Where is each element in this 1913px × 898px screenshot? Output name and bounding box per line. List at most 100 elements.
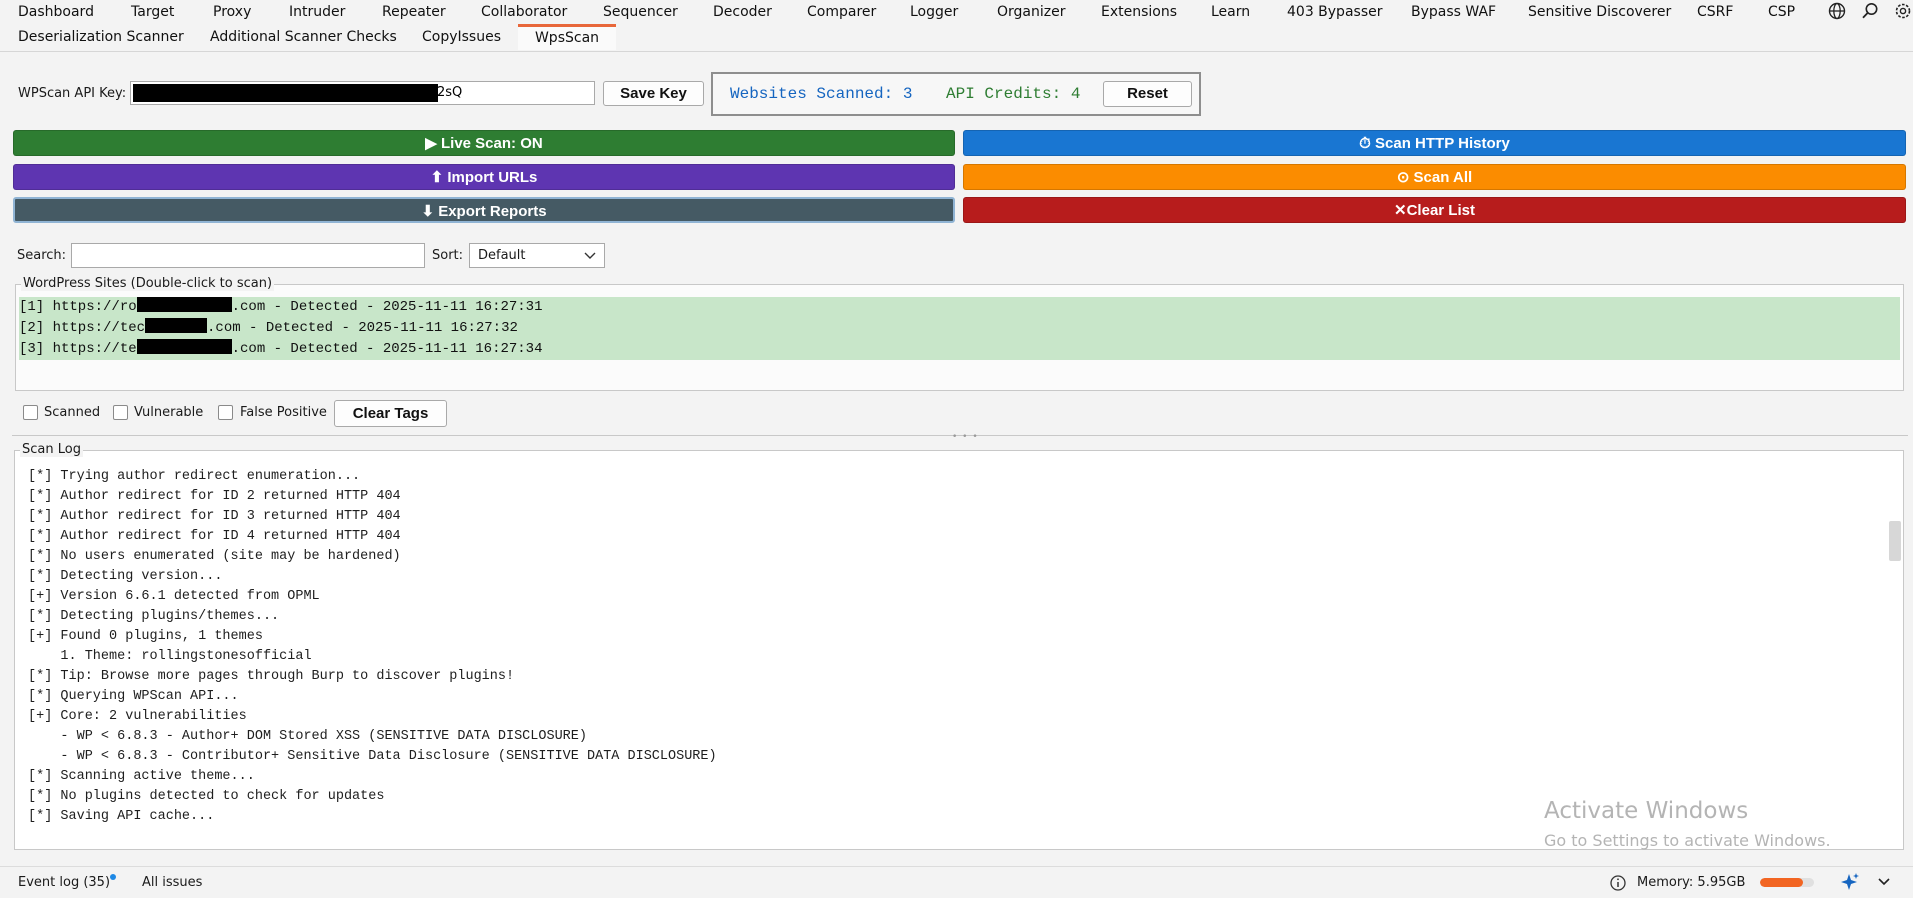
sort-label: Sort: <box>432 248 464 263</box>
log-line: [*] Scanning active theme... <box>28 769 255 784</box>
globe-icon[interactable] <box>1827 1 1847 21</box>
scan-log-title: Scan Log <box>20 442 83 457</box>
tab-comparer[interactable]: Comparer <box>807 0 876 24</box>
search-icon[interactable] <box>1860 1 1880 21</box>
memory-usage-label: Memory: 5.95GB <box>1637 875 1746 890</box>
tab-target[interactable]: Target <box>131 0 174 24</box>
log-line: [*] Author redirect for ID 4 returned HT… <box>28 529 401 544</box>
clear-tags-button[interactable]: Clear Tags <box>334 400 447 427</box>
tab-collaborator[interactable]: Collaborator <box>481 0 567 24</box>
all-issues-link[interactable]: All issues <box>142 875 202 890</box>
extension-tab-bar: Deserialization Scanner Additional Scann… <box>0 24 1913 52</box>
redaction-mask <box>145 318 208 333</box>
tab-deserialization-scanner[interactable]: Deserialization Scanner <box>18 24 184 50</box>
clear-list-button[interactable]: ✕Clear List <box>963 197 1906 223</box>
notification-dot-icon <box>110 874 116 880</box>
import-urls-button[interactable]: ⬆ Import URLs <box>13 164 955 190</box>
tab-csp[interactable]: CSP <box>1768 0 1795 24</box>
log-line: [*] Detecting version... <box>28 569 223 584</box>
vulnerable-checkbox[interactable] <box>113 405 128 420</box>
vulnerable-checkbox-label: Vulnerable <box>134 405 204 420</box>
event-log-link[interactable]: Event log (35) <box>18 875 110 890</box>
log-line: [*] Author redirect for ID 3 returned HT… <box>28 509 401 524</box>
site-detection-info: .com - Detected - 2025-11-11 16:27:34 <box>231 341 543 357</box>
chevron-down-icon[interactable] <box>1876 874 1892 894</box>
tab-dashboard[interactable]: Dashboard <box>18 0 94 24</box>
tab-decoder[interactable]: Decoder <box>713 0 772 24</box>
site-url-prefix: [2] https://tec <box>19 320 146 336</box>
ai-sparkle-icon[interactable] <box>1840 872 1860 896</box>
tab-403-bypasser[interactable]: 403 Bypasser <box>1287 0 1382 24</box>
scan-log-output: [*] Trying author redirect enumeration..… <box>28 467 717 827</box>
tab-wpsscan[interactable]: WpsScan <box>518 24 616 50</box>
api-key-field[interactable]: 2sQ <box>130 81 595 105</box>
log-line: - WP < 6.8.3 - Contributor+ Sensitive Da… <box>28 749 717 764</box>
memory-usage-fill <box>1760 878 1804 887</box>
scan-http-history-button[interactable]: ⏱ Scan HTTP History <box>963 130 1906 156</box>
site-url-prefix: [3] https://te <box>19 341 137 357</box>
false-positive-checkbox[interactable] <box>218 405 233 420</box>
status-bar: Event log (35) All issues Memory: 5.95GB <box>0 866 1913 898</box>
log-line: [*] Author redirect for ID 2 returned HT… <box>28 489 401 504</box>
log-line: [*] No users enumerated (site may be har… <box>28 549 401 564</box>
site-detection-info: .com - Detected - 2025-11-11 16:27:32 <box>207 320 518 336</box>
tab-logger[interactable]: Logger <box>910 0 958 24</box>
redaction-mask <box>133 84 438 102</box>
log-line: [*] Tip: Browse more pages through Burp … <box>28 669 515 684</box>
scanned-checkbox[interactable] <box>23 405 38 420</box>
tab-sensitive-discoverer[interactable]: Sensitive Discoverer <box>1528 0 1671 24</box>
redaction-mask <box>136 297 232 312</box>
wordpress-sites-panel: WordPress Sites (Double-click to scan) [… <box>15 276 1904 391</box>
gear-icon[interactable] <box>1893 1 1913 21</box>
scrollbar-thumb[interactable] <box>1889 521 1901 561</box>
site-list-item[interactable]: [1] https://ro .com - Detected - 2025-11-… <box>19 297 1900 318</box>
save-key-button[interactable]: Save Key <box>603 81 704 106</box>
websites-scanned-counter: Websites Scanned: 3 <box>730 85 913 103</box>
log-line: 1. Theme: rollingstonesofficial <box>28 649 312 664</box>
site-url-prefix: [1] https://ro <box>19 299 137 315</box>
site-detection-info: .com - Detected - 2025-11-11 16:27:31 <box>231 299 543 315</box>
sort-select[interactable]: Default <box>469 243 605 268</box>
stats-panel: Websites Scanned: 3 API Credits: 4 Reset <box>711 72 1201 116</box>
log-line: [+] Core: 2 vulnerabilities <box>28 709 247 724</box>
log-line: [*] Querying WPScan API... <box>28 689 239 704</box>
api-key-label: WPScan API Key: <box>18 86 127 101</box>
log-line: [*] No plugins detected to check for upd… <box>28 789 385 804</box>
search-label: Search: <box>17 248 67 263</box>
search-input[interactable] <box>71 243 425 268</box>
tab-sequencer[interactable]: Sequencer <box>603 0 678 24</box>
tab-repeater[interactable]: Repeater <box>382 0 446 24</box>
site-list-item[interactable]: [2] https://tec .com - Detected - 2025-11… <box>19 318 1900 339</box>
tab-csrf[interactable]: CSRF <box>1697 0 1733 24</box>
tab-intruder[interactable]: Intruder <box>289 0 345 24</box>
info-icon[interactable] <box>1609 874 1627 896</box>
scanned-checkbox-label: Scanned <box>44 405 101 420</box>
api-credits-counter: API Credits: 4 <box>946 85 1081 103</box>
tab-extensions[interactable]: Extensions <box>1101 0 1177 24</box>
tab-bypass-waf[interactable]: Bypass WAF <box>1411 0 1496 24</box>
api-key-value: 2sQ <box>437 85 463 100</box>
tab-additional-scanner-checks[interactable]: Additional Scanner Checks <box>210 24 397 50</box>
tab-learn[interactable]: Learn <box>1211 0 1250 24</box>
reset-button[interactable]: Reset <box>1103 81 1192 107</box>
log-line: [+] Version 6.6.1 detected from OPML <box>28 589 320 604</box>
splitter-grip-icon[interactable]: • • • <box>952 432 979 442</box>
scan-log-panel: Scan Log [*] Trying author redirect enum… <box>14 442 1904 850</box>
log-line: [*] Saving API cache... <box>28 809 215 824</box>
log-line: [*] Trying author redirect enumeration..… <box>28 469 361 484</box>
tab-organizer[interactable]: Organizer <box>997 0 1065 24</box>
log-line: [*] Detecting plugins/themes... <box>28 609 280 624</box>
scan-all-button[interactable]: ⊙ Scan All <box>963 164 1906 190</box>
redaction-mask <box>136 339 232 354</box>
log-line: - WP < 6.8.3 - Author+ DOM Stored XSS (S… <box>28 729 587 744</box>
log-line: [+] Found 0 plugins, 1 themes <box>28 629 263 644</box>
tab-proxy[interactable]: Proxy <box>213 0 251 24</box>
export-reports-button[interactable]: ⬇ Export Reports <box>13 197 955 223</box>
sites-panel-title: WordPress Sites (Double-click to scan) <box>21 276 275 291</box>
sort-selected-value: Default <box>478 248 526 263</box>
live-scan-toggle-button[interactable]: ▶ Live Scan: ON <box>13 130 955 156</box>
site-list-item[interactable]: [3] https://te .com - Detected - 2025-11-… <box>19 339 1900 360</box>
false-positive-checkbox-label: False Positive <box>240 405 327 420</box>
tab-copyissues[interactable]: CopyIssues <box>422 24 501 50</box>
chevron-down-icon <box>584 248 596 271</box>
